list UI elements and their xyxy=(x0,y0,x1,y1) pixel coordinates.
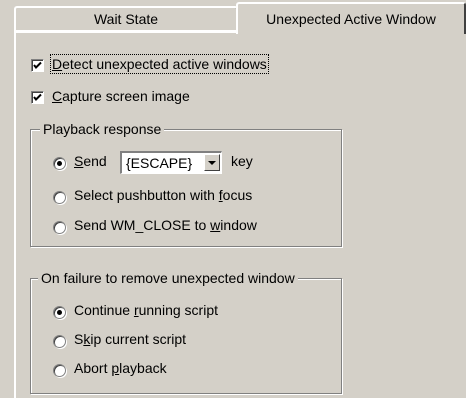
capture-post: apture screen image xyxy=(62,88,190,104)
checkmark-icon xyxy=(33,93,42,101)
send-wm-close-post: indow xyxy=(220,217,257,233)
capture-screen-label[interactable]: Capture screen image xyxy=(52,88,190,104)
tab-unexpected-active-window[interactable]: Unexpected Active Window xyxy=(236,2,466,34)
continue-running-label[interactable]: Continue running script xyxy=(74,302,218,318)
continue-running-radio[interactable] xyxy=(53,306,66,319)
abort-accel: p xyxy=(111,360,120,376)
send-radio[interactable] xyxy=(53,157,66,170)
skip-current-radio[interactable] xyxy=(53,335,66,348)
send-wm-close-label[interactable]: Send WM_CLOSE to window xyxy=(74,217,257,233)
playback-response-title: Playback response xyxy=(40,121,165,137)
tab-unexpected-active-window-label: Unexpected Active Window xyxy=(266,11,436,27)
send-wm-close-pre: Send WM_CLOSE to xyxy=(74,217,211,233)
on-failure-title: On failure to remove unexpected window xyxy=(38,270,298,286)
tab-wait-state-label: Wait State xyxy=(93,11,159,27)
abort-playback-radio[interactable] xyxy=(53,364,66,377)
skip-pre: S xyxy=(74,331,84,347)
skip-post: ip current script xyxy=(90,331,187,347)
skip-current-label[interactable]: Skip current script xyxy=(74,331,186,347)
chevron-down-icon xyxy=(208,161,216,165)
continue-post: unning script xyxy=(138,302,218,318)
send-key-value: {ESCAPE} xyxy=(126,155,193,171)
detect-unexpected-checkbox[interactable] xyxy=(31,59,44,72)
detect-post: etect unexpected active windows xyxy=(62,56,267,72)
select-pushbutton-radio[interactable] xyxy=(53,191,66,204)
capture-screen-checkbox[interactable] xyxy=(31,91,44,104)
abort-post: layback xyxy=(119,360,167,376)
send-key-dropdown[interactable]: {ESCAPE} xyxy=(120,151,222,174)
continue-pre: Continue xyxy=(74,302,134,318)
select-pushbutton-pre: Select pushbutton with xyxy=(74,187,219,203)
dropdown-arrow-button[interactable] xyxy=(204,154,220,171)
select-pushbutton-label[interactable]: Select pushbutton with focus xyxy=(74,187,252,203)
capture-accel: C xyxy=(52,88,63,104)
abort-pre: Abort xyxy=(74,360,112,376)
abort-playback-label[interactable]: Abort playback xyxy=(74,360,167,376)
send-post: end xyxy=(83,153,107,169)
detect-accel: D xyxy=(52,56,63,72)
checkmark-icon xyxy=(33,61,42,69)
send-key-suffix: key xyxy=(231,153,253,169)
detect-unexpected-label[interactable]: Detect unexpected active windows xyxy=(50,54,269,74)
send-label[interactable]: Send xyxy=(74,153,107,169)
tab-wait-state[interactable]: Wait State xyxy=(14,6,238,32)
send-accel: S xyxy=(74,153,84,169)
select-pushbutton-post: ocus xyxy=(222,187,253,203)
send-wm-close-accel: w xyxy=(210,217,221,233)
send-wm-close-radio[interactable] xyxy=(53,221,66,234)
